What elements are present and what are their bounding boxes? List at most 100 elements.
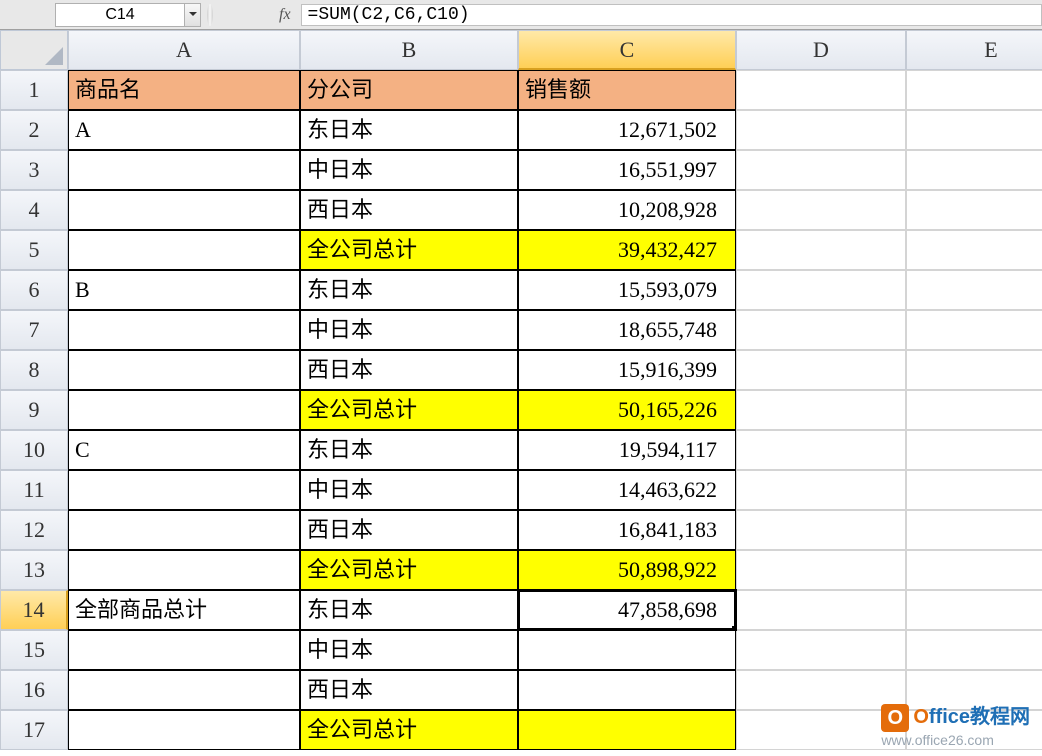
cell-D5[interactable] bbox=[736, 230, 906, 270]
name-box[interactable]: C14 bbox=[55, 3, 185, 27]
cell-A8[interactable] bbox=[68, 350, 300, 390]
cell-A9[interactable] bbox=[68, 390, 300, 430]
cell-C17[interactable] bbox=[518, 710, 736, 750]
cell-E3[interactable] bbox=[906, 150, 1042, 190]
cell-E9[interactable] bbox=[906, 390, 1042, 430]
cell-D12[interactable] bbox=[736, 510, 906, 550]
cell-B8[interactable]: 西日本 bbox=[300, 350, 518, 390]
cell-A13[interactable] bbox=[68, 550, 300, 590]
row-head-17[interactable]: 17 bbox=[0, 710, 68, 750]
cell-D8[interactable] bbox=[736, 350, 906, 390]
row-head-14[interactable]: 14 bbox=[0, 590, 68, 630]
cell-B2[interactable]: 东日本 bbox=[300, 110, 518, 150]
col-head-E[interactable]: E bbox=[906, 30, 1042, 70]
cell-E15[interactable] bbox=[906, 630, 1042, 670]
cell-B7[interactable]: 中日本 bbox=[300, 310, 518, 350]
cell-E1[interactable] bbox=[906, 70, 1042, 110]
cell-D4[interactable] bbox=[736, 190, 906, 230]
row-head-10[interactable]: 10 bbox=[0, 430, 68, 470]
cell-C3[interactable]: 16,551,997 bbox=[518, 150, 736, 190]
cell-C11[interactable]: 14,463,622 bbox=[518, 470, 736, 510]
cell-E8[interactable] bbox=[906, 350, 1042, 390]
cell-D2[interactable] bbox=[736, 110, 906, 150]
cell-A7[interactable] bbox=[68, 310, 300, 350]
cell-B9[interactable]: 全公司总计 bbox=[300, 390, 518, 430]
row-head-15[interactable]: 15 bbox=[0, 630, 68, 670]
cell-B14[interactable]: 东日本 bbox=[300, 590, 518, 630]
col-head-A[interactable]: A bbox=[68, 30, 300, 70]
row-head-6[interactable]: 6 bbox=[0, 270, 68, 310]
cell-A11[interactable] bbox=[68, 470, 300, 510]
cell-C16[interactable] bbox=[518, 670, 736, 710]
cell-A2[interactable]: A bbox=[68, 110, 300, 150]
row-head-7[interactable]: 7 bbox=[0, 310, 68, 350]
row-head-5[interactable]: 5 bbox=[0, 230, 68, 270]
cell-D9[interactable] bbox=[736, 390, 906, 430]
cell-D3[interactable] bbox=[736, 150, 906, 190]
row-head-13[interactable]: 13 bbox=[0, 550, 68, 590]
cell-A3[interactable] bbox=[68, 150, 300, 190]
row-head-11[interactable]: 11 bbox=[0, 470, 68, 510]
cell-C13[interactable]: 50,898,922 bbox=[518, 550, 736, 590]
cell-E2[interactable] bbox=[906, 110, 1042, 150]
cell-D7[interactable] bbox=[736, 310, 906, 350]
col-head-C[interactable]: C bbox=[518, 30, 736, 70]
cell-D13[interactable] bbox=[736, 550, 906, 590]
cell-B3[interactable]: 中日本 bbox=[300, 150, 518, 190]
cell-E5[interactable] bbox=[906, 230, 1042, 270]
cell-D14[interactable] bbox=[736, 590, 906, 630]
cell-C8[interactable]: 15,916,399 bbox=[518, 350, 736, 390]
cell-E13[interactable] bbox=[906, 550, 1042, 590]
cell-B4[interactable]: 西日本 bbox=[300, 190, 518, 230]
cell-A1[interactable]: 商品名 bbox=[68, 70, 300, 110]
fx-icon[interactable]: fx bbox=[279, 6, 291, 24]
cell-A17[interactable] bbox=[68, 710, 300, 750]
cell-B16[interactable]: 西日本 bbox=[300, 670, 518, 710]
cell-C15[interactable] bbox=[518, 630, 736, 670]
cell-A12[interactable] bbox=[68, 510, 300, 550]
cell-B13[interactable]: 全公司总计 bbox=[300, 550, 518, 590]
cell-A16[interactable] bbox=[68, 670, 300, 710]
cell-C12[interactable]: 16,841,183 bbox=[518, 510, 736, 550]
cell-C10[interactable]: 19,594,117 bbox=[518, 430, 736, 470]
row-head-16[interactable]: 16 bbox=[0, 670, 68, 710]
cell-C6[interactable]: 15,593,079 bbox=[518, 270, 736, 310]
cell-C9[interactable]: 50,165,226 bbox=[518, 390, 736, 430]
row-head-3[interactable]: 3 bbox=[0, 150, 68, 190]
formula-input[interactable]: =SUM(C2,C6,C10) bbox=[301, 4, 1042, 26]
cell-C7[interactable]: 18,655,748 bbox=[518, 310, 736, 350]
cell-B10[interactable]: 东日本 bbox=[300, 430, 518, 470]
cell-A15[interactable] bbox=[68, 630, 300, 670]
cell-B5[interactable]: 全公司总计 bbox=[300, 230, 518, 270]
cell-A14[interactable]: 全部商品总计 bbox=[68, 590, 300, 630]
cell-D11[interactable] bbox=[736, 470, 906, 510]
cell-D1[interactable] bbox=[736, 70, 906, 110]
cell-B15[interactable]: 中日本 bbox=[300, 630, 518, 670]
cell-E7[interactable] bbox=[906, 310, 1042, 350]
cell-B11[interactable]: 中日本 bbox=[300, 470, 518, 510]
cell-D10[interactable] bbox=[736, 430, 906, 470]
cell-C4[interactable]: 10,208,928 bbox=[518, 190, 736, 230]
cell-E12[interactable] bbox=[906, 510, 1042, 550]
cell-B1[interactable]: 分公司 bbox=[300, 70, 518, 110]
cell-A5[interactable] bbox=[68, 230, 300, 270]
cell-A6[interactable]: B bbox=[68, 270, 300, 310]
col-head-D[interactable]: D bbox=[736, 30, 906, 70]
cell-B17[interactable]: 全公司总计 bbox=[300, 710, 518, 750]
cell-E11[interactable] bbox=[906, 470, 1042, 510]
cell-D6[interactable] bbox=[736, 270, 906, 310]
cell-E10[interactable] bbox=[906, 430, 1042, 470]
row-head-4[interactable]: 4 bbox=[0, 190, 68, 230]
row-head-2[interactable]: 2 bbox=[0, 110, 68, 150]
cell-C5[interactable]: 39,432,427 bbox=[518, 230, 736, 270]
cell-B12[interactable]: 西日本 bbox=[300, 510, 518, 550]
spreadsheet-grid[interactable]: A B C D E 1 商品名 分公司 销售额 2 A 东日本 12,671,5… bbox=[0, 30, 1042, 750]
cell-E6[interactable] bbox=[906, 270, 1042, 310]
cell-A4[interactable] bbox=[68, 190, 300, 230]
row-head-8[interactable]: 8 bbox=[0, 350, 68, 390]
col-head-B[interactable]: B bbox=[300, 30, 518, 70]
cell-D15[interactable] bbox=[736, 630, 906, 670]
cell-C1[interactable]: 销售额 bbox=[518, 70, 736, 110]
cell-A10[interactable]: C bbox=[68, 430, 300, 470]
cell-E14[interactable] bbox=[906, 590, 1042, 630]
